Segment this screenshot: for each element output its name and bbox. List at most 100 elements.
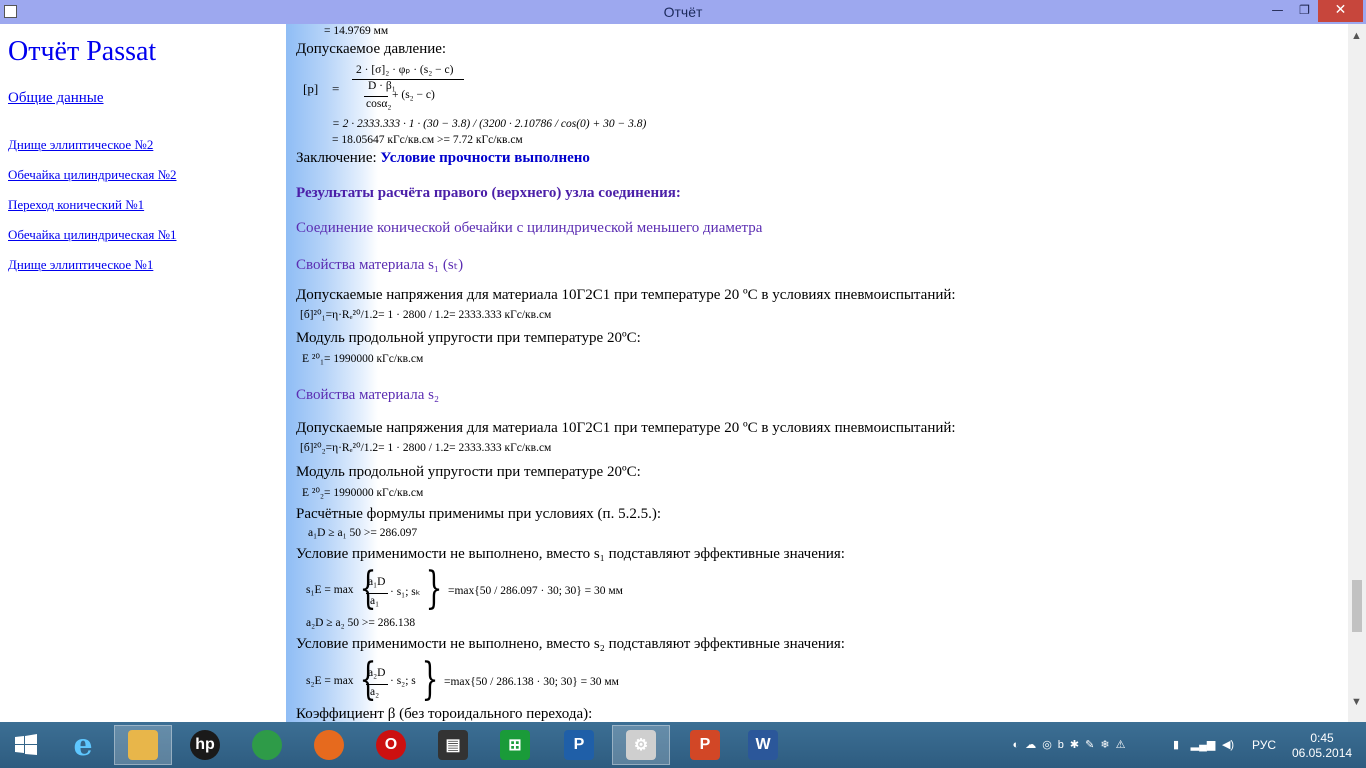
hp-icon: hp [190, 730, 220, 760]
language-indicator[interactable]: РУС [1246, 722, 1282, 768]
formula-den-tail: + (s₂ − c) [392, 89, 435, 101]
taskbar-firefox[interactable] [300, 725, 358, 765]
close-button[interactable]: ✕ [1318, 0, 1363, 22]
volume-icon[interactable]: ◀) [1218, 722, 1238, 768]
word-icon: W [748, 730, 778, 760]
window-titlebar[interactable]: Отчёт — ❐ ✕ [0, 0, 1366, 24]
tray-icon-6[interactable]: ❄ [1100, 739, 1115, 751]
s1e-fraction-line [366, 593, 388, 594]
taskbar-word[interactable]: W [734, 725, 792, 765]
tray-icon-7[interactable]: ⚠ [1116, 739, 1132, 751]
formula-inner-fraction-line [364, 96, 388, 97]
formula-eq: = [332, 81, 340, 96]
s2e-lhs: s₂E = max [306, 675, 354, 687]
allowable-stress-formula-2: [б]²⁰₂=η·Rₑ²⁰/1.2= 1 · 2800 / 1.2= 2333.… [300, 442, 552, 454]
maximize-button[interactable]: ❐ [1291, 0, 1318, 22]
taskbar: e hp O ▤ ⊞ P ⚙ P W ◐☁◎b✱✎❄⚠ ▮ ▂▄▆ ◀) РУС 0:45 0… [0, 722, 1366, 768]
link-conical-transition-1[interactable]: Переход конический №1 [8, 197, 144, 213]
scroll-down-icon[interactable]: ▼ [1351, 696, 1362, 708]
condition-1: a₁D ≥ a₁ 50 >= 286.097 [308, 527, 418, 539]
taskbar-store[interactable]: ⊞ [486, 725, 544, 765]
allowable-stress-label-1: Допускаемые напряжения для материала 10Г… [296, 287, 956, 303]
taskbar-ie[interactable]: e [54, 725, 112, 765]
app-icon: ▤ [438, 730, 468, 760]
pressure-substitution: = 2 · 2333.333 · 1 · (30 − 3.8) / (3200 … [332, 118, 647, 130]
chrome-icon [252, 730, 282, 760]
s2e-denominator: a₂ [370, 686, 380, 698]
store-icon: ⊞ [500, 730, 530, 760]
elastic-modulus-value-2: E ²⁰₂= 1990000 кГс/кв.см [302, 487, 424, 499]
passat-icon: P [564, 730, 594, 760]
report-content[interactable]: = 14.9769 мм Допускаемое давление: [p] =… [286, 24, 1348, 722]
s2e-brace-right: } [421, 654, 439, 705]
s1e-lhs: s₁E = max [306, 584, 354, 596]
condition-1-not-met: Условие применимости не выполнено, вмест… [296, 546, 845, 562]
link-cylindrical-shell-2[interactable]: Обечайка цилиндрическая №2 [8, 167, 177, 183]
subsection-heading-material-s2: Свойства материала s₂ [296, 387, 440, 403]
clock-time: 0:45 [1310, 731, 1334, 745]
clock-date: 06.05.2014 [1292, 746, 1353, 760]
allowable-pressure-label: Допускаемое давление: [296, 41, 447, 57]
elastic-modulus-value-1: E ²⁰₁= 1990000 кГс/кв.см [302, 353, 424, 365]
s2e-result: =max{50 / 286.138 · 30; 30} = 30 мм [444, 676, 619, 688]
formula-numerator: 2 · [σ]₂ · φₚ · (s₂ − c) [356, 64, 454, 76]
s2e-tail: · s₂; s [390, 675, 416, 687]
taskbar-opera[interactable]: O [362, 725, 420, 765]
window-title: Отчёт [663, 4, 703, 20]
s2e-fraction-line [366, 684, 388, 685]
windows-logo-icon [15, 734, 37, 755]
system-tray-icons[interactable]: ◐☁◎b✱✎❄⚠ [982, 722, 1162, 768]
taskbar-passat[interactable]: P [550, 725, 608, 765]
opera-icon: O [376, 730, 406, 760]
allowable-stress-label-2: Допускаемые напряжения для материала 10Г… [296, 420, 956, 436]
taskbar-powerpoint[interactable]: P [676, 725, 734, 765]
conclusion-label: Заключение: [296, 150, 377, 166]
s1e-brace-right: } [425, 563, 443, 614]
s1e-numerator: a₁D [368, 576, 386, 588]
taskbar-chrome[interactable] [238, 725, 296, 765]
tray-icon-5[interactable]: ✎ [1085, 739, 1100, 751]
vertical-scrollbar[interactable]: ▲ ▼ [1348, 24, 1366, 722]
tray-icon-2[interactable]: ◎ [1042, 739, 1058, 751]
taskbar-app[interactable]: ▤ [424, 725, 482, 765]
network-icon[interactable]: ▂▄▆ [1190, 722, 1216, 768]
link-elliptical-head-2[interactable]: Днище эллиптическое №2 [8, 137, 153, 153]
conclusion: Заключение: Условие прочности выполнено [296, 150, 590, 167]
beta-coefficient-label: Коэффициент β (без тороидального переход… [296, 706, 593, 722]
scroll-up-icon[interactable]: ▲ [1351, 30, 1362, 42]
battery-icon[interactable]: ▮ [1166, 722, 1186, 768]
report-sidebar: Отчёт Passat Общие данные Днище эллиптич… [0, 24, 286, 722]
report-title: Отчёт Passat [8, 36, 157, 67]
link-cylindrical-shell-1[interactable]: Обечайка цилиндрическая №1 [8, 227, 177, 243]
s1e-result: =max{50 / 286.097 · 30; 30} = 30 мм [448, 585, 623, 597]
allowable-stress-formula-1: [б]²⁰₁=η·Rₑ²⁰/1.2= 1 · 2800 / 1.2= 2333.… [300, 309, 552, 321]
s1e-denominator: a₁ [370, 595, 380, 607]
taskbar-folder[interactable] [114, 725, 172, 765]
scroll-thumb[interactable] [1352, 580, 1362, 632]
elastic-modulus-label-2: Модуль продольной упругости при температ… [296, 464, 641, 480]
elastic-modulus-label-1: Модуль продольной упругости при температ… [296, 330, 641, 346]
condition-2: a₂D ≥ a₂ 50 >= 286.138 [306, 617, 416, 629]
tray-icon-3[interactable]: b [1058, 739, 1070, 751]
formula-p-label: [p] [303, 81, 319, 96]
condition-2-not-met: Условие применимости не выполнено, вмест… [296, 636, 845, 652]
s1e-tail: · s₁; sₖ [390, 586, 421, 598]
passat-report-icon: ⚙ [626, 730, 656, 760]
formula-den-bottom: cosα₂ [366, 98, 392, 110]
result-line: = 14.9769 мм [324, 25, 389, 37]
tray-icon-0[interactable]: ◐ [1013, 739, 1026, 751]
internet-explorer-icon: e [73, 727, 93, 763]
link-general-data[interactable]: Общие данные [8, 90, 104, 107]
clock[interactable]: 0:45 06.05.2014 [1292, 731, 1352, 761]
start-button[interactable] [2, 725, 50, 765]
taskbar-hp[interactable]: hp [176, 725, 234, 765]
subsection-heading-connection: Соединение конической обечайки с цилиндр… [296, 220, 763, 236]
tray-icon-4[interactable]: ✱ [1070, 739, 1085, 751]
taskbar-passat-report[interactable]: ⚙ [612, 725, 670, 765]
subsection-heading-material-s1: Свойства материала s₁ (sₜ) [296, 257, 464, 273]
link-elliptical-head-1[interactable]: Днище эллиптическое №1 [8, 257, 153, 273]
s2e-numerator: a₂D [368, 667, 386, 679]
pressure-result: = 18.05647 кГс/кв.см >= 7.72 кГс/кв.см [332, 134, 523, 146]
minimize-button[interactable]: — [1264, 0, 1291, 22]
tray-icon-1[interactable]: ☁ [1025, 739, 1042, 751]
